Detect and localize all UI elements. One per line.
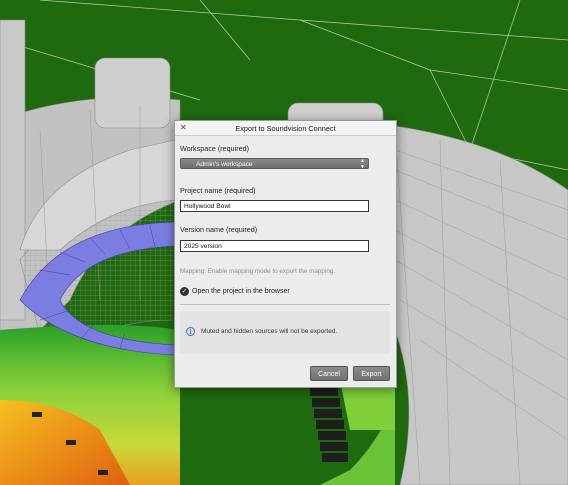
info-icon: i [186,327,195,336]
divider [180,304,390,305]
project-name-label: Project name (required) [180,186,256,195]
updown-arrows-icon: ▲ ▼ [360,158,365,170]
checkmark-circle-icon[interactable]: ✓ [180,287,189,296]
dialog-titlebar: ✕ Export to Soundvision Connect [175,121,396,136]
version-name-input[interactable] [180,240,369,252]
mapping-hint: Mapping: Enable mapping mode to export t… [180,268,336,275]
workspace-label: Workspace (required) [180,144,249,153]
tower-mid [94,57,171,129]
tower-left [0,19,26,321]
dialog-title: Export to Soundvision Connect [235,124,336,133]
version-name-label: Version name (required) [180,225,258,234]
workspace-select[interactable]: Admin's workspace ▲ ▼ [180,158,369,169]
info-box: i Muted and hidden sources will not be e… [180,311,390,354]
open-in-browser-label: Open the project in the browser [192,288,290,295]
info-message: Muted and hidden sources will not be exp… [201,328,338,335]
workspace-select-value: Admin's workspace [196,161,253,168]
export-button[interactable]: Export [353,366,390,381]
export-dialog: ✕ Export to Soundvision Connect Workspac… [174,120,397,388]
cancel-button[interactable]: Cancel [310,366,348,381]
project-name-input[interactable] [180,200,369,212]
